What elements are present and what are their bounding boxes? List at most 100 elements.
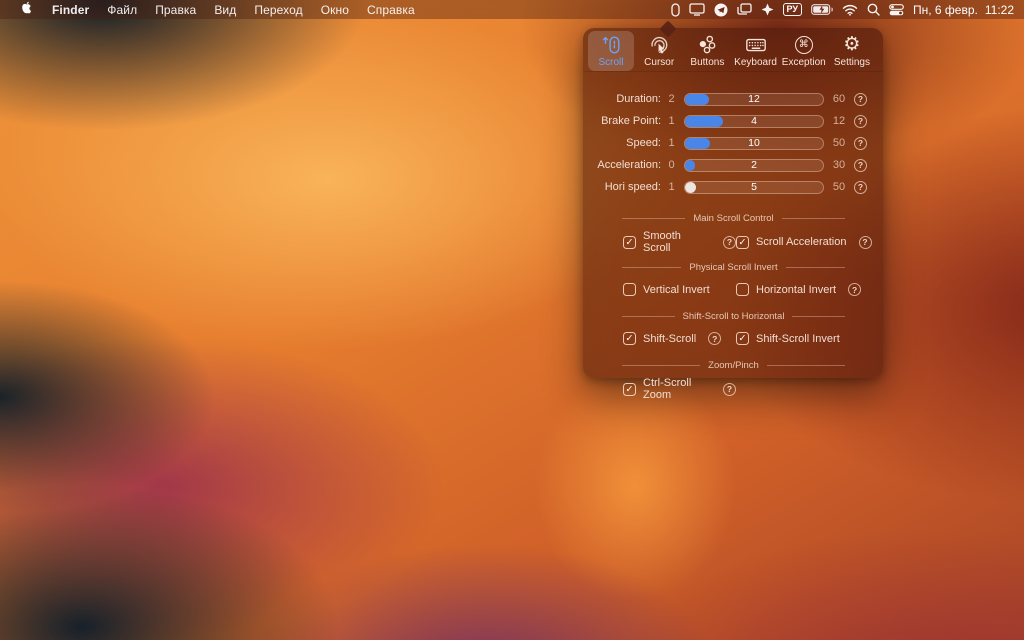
checkbox-label: Vertical Invert [643, 284, 710, 296]
smooth-scroll-checkbox[interactable]: ✓ Smooth Scroll ? [623, 230, 736, 254]
control-center-icon[interactable] [889, 0, 904, 19]
slider-label: Hori speed: [591, 181, 661, 193]
slider-max: 50 [829, 137, 849, 149]
menu-bar-clock[interactable]: Пн, 6 февр. 11:22 [913, 3, 1014, 17]
tab-buttons[interactable]: Buttons [684, 31, 730, 71]
slider-max: 50 [829, 181, 849, 193]
pointer-diamond-icon[interactable] [761, 0, 774, 19]
menu-item-window[interactable]: Окно [312, 0, 358, 19]
help-icon[interactable]: ? [854, 115, 867, 128]
window-switcher-icon[interactable] [737, 0, 752, 19]
acceleration-slider[interactable]: 2 [684, 159, 824, 172]
menu-item-file[interactable]: Файл [98, 0, 146, 19]
hori-speed-slider[interactable]: 5 [684, 181, 824, 194]
slider-row: Acceleration: 0 2 30 ? [583, 154, 883, 176]
brake-point-slider[interactable]: 4 [684, 115, 824, 128]
slider-value: 5 [685, 182, 823, 193]
tab-label: Cursor [644, 57, 674, 68]
apple-menu[interactable] [10, 1, 43, 18]
checkbox-box: ✓ [623, 332, 636, 345]
tab-keyboard[interactable]: Keyboard [733, 31, 779, 71]
tab-label: Scroll [598, 57, 623, 68]
slider-min: 1 [664, 137, 679, 149]
menu-item-view[interactable]: Вид [205, 0, 245, 19]
clock-date: Пн, 6 февр. [913, 3, 978, 17]
checkbox-label: Ctrl-Scroll Zoom [643, 377, 711, 401]
apple-logo-icon [20, 1, 33, 18]
slider-min: 1 [664, 181, 679, 193]
tab-settings[interactable]: ⚙ Settings [829, 31, 875, 71]
menu-item-go[interactable]: Переход [245, 0, 311, 19]
checkbox-label: Smooth Scroll [643, 230, 711, 254]
language-input-badge[interactable]: РУ [783, 3, 802, 16]
speed-slider[interactable]: 10 [684, 137, 824, 150]
slider-value: 10 [685, 138, 823, 149]
help-icon[interactable]: ? [723, 383, 736, 396]
scroll-sliders: Duration: 2 12 60 ? Brake Point: 1 4 12 … [583, 88, 883, 198]
slider-value: 12 [685, 94, 823, 105]
menu-item-help[interactable]: Справка [358, 0, 424, 19]
shift-scroll-checkbox[interactable]: ✓ Shift-Scroll ? [623, 332, 736, 345]
telegram-icon[interactable] [714, 0, 728, 19]
keyboard-icon [744, 34, 768, 56]
shift-scroll-invert-checkbox[interactable]: ✓ Shift-Scroll Invert [736, 332, 883, 345]
slider-max: 30 [829, 159, 849, 171]
clock-time: 11:22 [985, 3, 1014, 17]
checkbox-box: ✓ [623, 236, 636, 249]
ctrl-scroll-zoom-checkbox[interactable]: ✓ Ctrl-Scroll Zoom ? [623, 377, 736, 401]
tab-exception[interactable]: ⌘ Exception [781, 31, 827, 71]
slider-label: Brake Point: [591, 115, 661, 127]
menu-item-edit[interactable]: Правка [146, 0, 205, 19]
mos-mouse-icon[interactable] [671, 0, 680, 19]
vertical-invert-checkbox[interactable]: Vertical Invert [623, 283, 736, 296]
help-icon[interactable]: ? [854, 159, 867, 172]
slider-row: Hori speed: 1 5 50 ? [583, 176, 883, 198]
slider-min: 2 [664, 93, 679, 105]
checkbox-row: ✓ Ctrl-Scroll Zoom ? [583, 377, 883, 398]
checkbox-row: ✓ Smooth Scroll ? ✓ Scroll Acceleration … [583, 230, 883, 251]
help-icon[interactable]: ? [859, 236, 872, 249]
slider-row: Speed: 1 10 50 ? [583, 132, 883, 154]
help-icon[interactable]: ? [854, 137, 867, 150]
menu-item-finder[interactable]: Finder [43, 0, 98, 19]
slider-max: 12 [829, 115, 849, 127]
mos-scroll-settings-panel: Scroll Cursor Buttons Keyboard [583, 28, 883, 378]
checkbox-label: Shift-Scroll Invert [756, 333, 840, 345]
checkbox-row: Vertical Invert Horizontal Invert ? [583, 279, 883, 300]
help-icon[interactable]: ? [848, 283, 861, 296]
horizontal-invert-checkbox[interactable]: Horizontal Invert ? [736, 283, 883, 296]
scroll-acceleration-checkbox[interactable]: ✓ Scroll Acceleration ? [736, 236, 883, 249]
battery-icon[interactable] [811, 0, 833, 19]
tab-label: Keyboard [734, 57, 777, 68]
slider-label: Acceleration: [591, 159, 661, 171]
slider-min: 1 [664, 115, 679, 127]
section-header: Physical Scroll Invert [583, 260, 883, 274]
slider-min: 0 [664, 159, 679, 171]
slider-max: 60 [829, 93, 849, 105]
spotlight-search-icon[interactable] [867, 0, 880, 19]
section-title: Shift-Scroll to Horizontal [683, 311, 785, 322]
display-mirroring-icon[interactable] [689, 0, 705, 19]
cursor-click-icon [648, 34, 670, 56]
section-header: Main Scroll Control [583, 211, 883, 225]
help-icon[interactable]: ? [723, 236, 736, 249]
slider-row: Brake Point: 1 4 12 ? [583, 110, 883, 132]
help-icon[interactable]: ? [854, 181, 867, 194]
menu-bar: Finder Файл Правка Вид Переход Окно Спра… [0, 0, 1024, 19]
help-icon[interactable]: ? [708, 332, 721, 345]
tab-scroll[interactable]: Scroll [588, 31, 634, 71]
command-circle-icon: ⌘ [795, 34, 813, 56]
help-icon[interactable]: ? [854, 93, 867, 106]
section-header: Zoom/Pinch [583, 358, 883, 372]
slider-row: Duration: 2 12 60 ? [583, 88, 883, 110]
tab-cursor[interactable]: Cursor [636, 31, 682, 71]
section-header: Shift-Scroll to Horizontal [583, 309, 883, 323]
duration-slider[interactable]: 12 [684, 93, 824, 106]
gear-icon: ⚙ [843, 34, 860, 56]
tab-label: Buttons [690, 57, 724, 68]
checkbox-label: Scroll Acceleration [756, 236, 847, 248]
slider-value: 2 [685, 160, 823, 171]
section-title: Physical Scroll Invert [689, 262, 777, 273]
desktop-wallpaper: Finder Файл Правка Вид Переход Окно Спра… [0, 0, 1024, 640]
wifi-icon[interactable] [842, 0, 858, 19]
